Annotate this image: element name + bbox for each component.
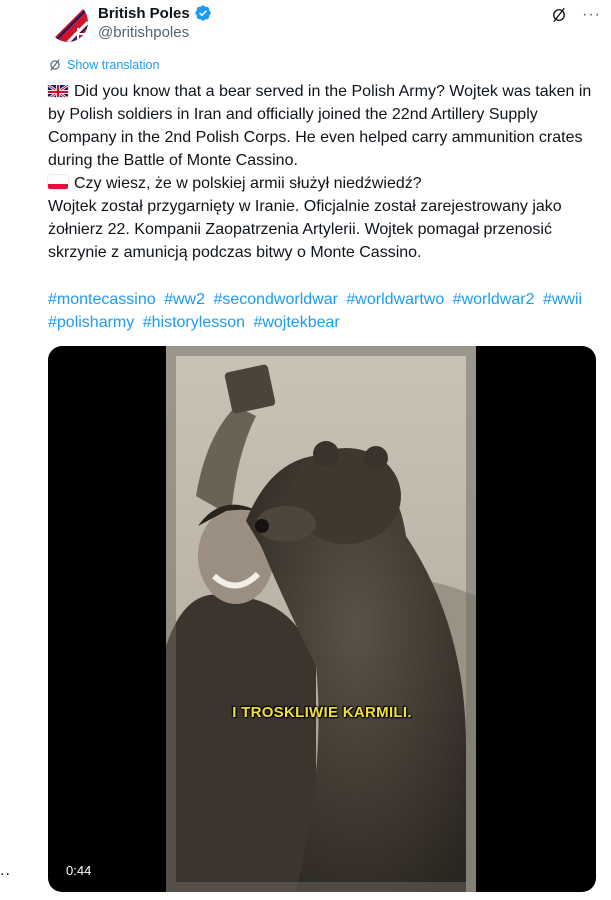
verified-badge-icon — [195, 5, 211, 21]
tweet-text: Did you know that a bear served in the P… — [48, 80, 604, 334]
hashtag-link[interactable]: #worldwar2 — [453, 291, 535, 308]
avatar[interactable] — [48, 2, 88, 42]
hashtag-link[interactable]: #montecassino — [48, 291, 156, 308]
english-paragraph: Did you know that a bear served in the P… — [48, 80, 604, 172]
hashtag-link[interactable]: #secondworldwar — [213, 291, 338, 308]
handle[interactable]: @britishpoles — [98, 24, 189, 41]
show-translation-label[interactable]: Show translation — [67, 58, 159, 72]
hashtag-link[interactable]: #ww2 — [164, 291, 205, 308]
hashtag-link[interactable]: #historylesson — [143, 314, 245, 331]
video-player[interactable]: I TROSKLIWIE KARMILI. 0:44 — [48, 346, 596, 892]
translate-icon — [50, 59, 60, 71]
poland-flag-icon — [48, 175, 68, 189]
polish-paragraph: Czy wiesz, że w polskiej armii służył ni… — [48, 172, 604, 264]
grok-icon[interactable] — [550, 6, 568, 24]
tweet-card: British Poles @britishpoles ··· Show tra… — [0, 0, 611, 900]
top-actions: ··· — [550, 6, 601, 24]
more-options-button[interactable]: ··· — [582, 7, 601, 23]
display-name[interactable]: British Poles — [98, 4, 212, 22]
polish-text: Wojtek został przygarnięty w Iranie. Ofi… — [48, 198, 562, 261]
sidebar-more-icon[interactable]: .. — [0, 863, 11, 879]
british-poles-logo-icon — [48, 2, 88, 42]
display-name-text[interactable]: British Poles — [98, 5, 190, 22]
hashtag-link[interactable]: #wwii — [543, 291, 582, 308]
english-text: Did you know that a bear served in the P… — [48, 83, 592, 169]
hashtags: #montecassino #ww2 #secondworldwar #worl… — [48, 288, 604, 334]
hashtag-link[interactable]: #wojtekbear — [253, 314, 339, 331]
video-duration: 0:44 — [60, 861, 98, 880]
video-subtitle: I TROSKLIWIE KARMILI. — [232, 704, 412, 721]
uk-flag-icon — [48, 83, 68, 97]
show-translation-link[interactable]: Show translation — [48, 58, 159, 72]
hashtag-link[interactable]: #worldwartwo — [346, 291, 444, 308]
polish-question: Czy wiesz, że w polskiej armii służył ni… — [74, 175, 422, 192]
hashtag-link[interactable]: #polisharmy — [48, 314, 134, 331]
video-frame-image — [166, 346, 476, 892]
